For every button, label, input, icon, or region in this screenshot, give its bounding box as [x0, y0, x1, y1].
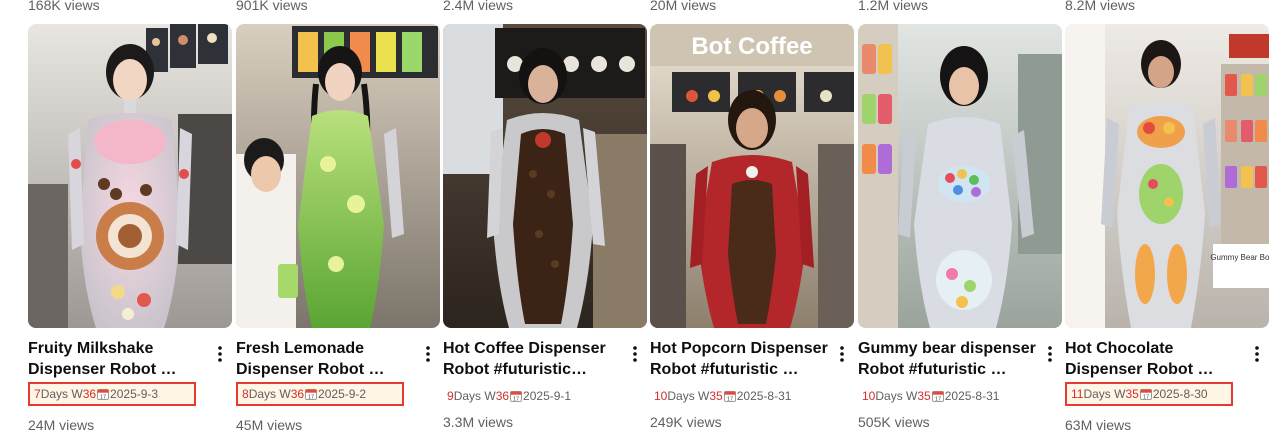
days-label: Days W	[875, 389, 918, 403]
svg-text:17: 17	[513, 396, 519, 402]
view-count: 3.3M views	[443, 414, 514, 430]
more-vertical-icon[interactable]	[210, 342, 230, 366]
week-number: 35	[917, 389, 931, 403]
view-count: 20M views	[650, 0, 717, 13]
days-label: Days W	[1083, 387, 1126, 401]
calendar-icon: 17	[1139, 389, 1152, 400]
days-label: Days W	[40, 387, 83, 401]
calendar-icon: 17	[931, 391, 944, 402]
more-vertical-icon[interactable]	[418, 342, 438, 366]
view-count: 168K views	[28, 0, 100, 13]
video-thumbnail[interactable]: Gummy Bear Bot	[1065, 24, 1269, 328]
view-count: 505K views	[858, 414, 930, 430]
view-count: 8.2M views	[1065, 0, 1136, 13]
week-number: 35	[709, 389, 723, 403]
view-count: 249K views	[650, 414, 722, 430]
video-thumbnail[interactable]	[236, 24, 440, 328]
video-title[interactable]: Hot Coffee Dispenser Robot #futuristic #…	[443, 338, 621, 380]
upload-date: 2025-9-2	[318, 387, 367, 401]
thumb-sign-text: Bot Coffee	[691, 33, 812, 60]
video-card[interactable]: Bot Coffee Hot Popcorn Dispenser Robot #…	[650, 24, 854, 440]
video-card[interactable]: Gummy Bear Bot Hot Chocolate Dispenser R…	[1065, 24, 1269, 440]
video-title[interactable]: Fruity Milkshake Dispenser Robot …	[28, 338, 206, 380]
video-thumbnail[interactable]	[858, 24, 1062, 328]
week-number: 36	[82, 387, 97, 401]
upload-age-tag: 11 Days W 35 17 2025-8-30	[1065, 382, 1233, 406]
more-vertical-icon[interactable]	[625, 342, 645, 366]
video-title[interactable]: Fresh Lemonade Dispenser Robot …	[236, 338, 414, 380]
upload-age-tag: 10 Days W 35 17 2025-8-31	[650, 384, 791, 408]
upload-age-tag: 7 Days W 36 17 2025-9-3	[28, 382, 196, 406]
days-label: Days W	[248, 387, 291, 401]
svg-text:17: 17	[100, 394, 106, 400]
calendar-icon: 17	[723, 391, 736, 402]
video-thumbnail[interactable]	[28, 24, 232, 328]
view-count: 901K views	[236, 0, 308, 13]
previous-row-views: 168K views 901K views 2.4M views 20M vie…	[0, 0, 1280, 16]
view-count: 45M views	[236, 417, 303, 433]
svg-text:17: 17	[935, 396, 941, 402]
video-thumbnail[interactable]: Bot Coffee	[650, 24, 854, 328]
days-count: 8	[242, 387, 249, 401]
view-count: 1.2M views	[858, 0, 929, 13]
calendar-icon: 17	[510, 391, 523, 402]
upload-date: 2025-9-1	[523, 389, 572, 403]
view-count: 63M views	[1065, 417, 1132, 433]
video-card[interactable]: Hot Coffee Dispenser Robot #futuristic #…	[443, 24, 647, 440]
days-count: 10	[862, 389, 876, 403]
video-thumbnail[interactable]	[443, 24, 647, 328]
week-number: 36	[290, 387, 305, 401]
video-title[interactable]: Hot Chocolate Dispenser Robot …	[1065, 338, 1243, 380]
video-grid: Fruity Milkshake Dispenser Robot … 7 Days…	[28, 24, 1272, 440]
days-label: Days W	[453, 389, 496, 403]
more-vertical-icon[interactable]	[1040, 342, 1060, 366]
days-count: 7	[34, 387, 41, 401]
view-count: 2.4M views	[443, 0, 514, 13]
upload-date: 2025-9-3	[110, 387, 159, 401]
more-vertical-icon[interactable]	[1247, 342, 1267, 366]
view-count: 24M views	[28, 417, 95, 433]
days-count: 10	[654, 389, 668, 403]
days-count: 11	[1071, 387, 1084, 401]
upload-age-tag: 9 Days W 36 17 2025-9-1	[443, 384, 571, 408]
video-card[interactable]: Fruity Milkshake Dispenser Robot … 7 Days…	[28, 24, 232, 440]
video-card[interactable]: Fresh Lemonade Dispenser Robot … 8 Days W…	[236, 24, 440, 440]
video-title[interactable]: Gummy bear dispenser Robot #futuristic …	[858, 338, 1036, 380]
upload-date: 2025-8-30	[1152, 387, 1208, 401]
calendar-icon: 17	[97, 389, 110, 400]
video-card[interactable]: Gummy bear dispenser Robot #futuristic ……	[858, 24, 1062, 440]
video-title[interactable]: Hot Popcorn Dispenser Robot #futuristic …	[650, 338, 828, 380]
week-number: 36	[495, 389, 510, 403]
days-count: 9	[447, 389, 454, 403]
svg-text:17: 17	[1143, 394, 1149, 400]
svg-text:17: 17	[727, 396, 733, 402]
week-number: 35	[1125, 387, 1139, 401]
days-label: Days W	[667, 389, 710, 403]
upload-age-tag: 8 Days W 36 17 2025-9-2	[236, 382, 404, 406]
thumb-sign-text: Gummy Bear Bot	[1210, 253, 1269, 262]
more-vertical-icon[interactable]	[832, 342, 852, 366]
upload-date: 2025-8-31	[736, 389, 792, 403]
upload-date: 2025-8-31	[944, 389, 1000, 403]
svg-text:17: 17	[308, 394, 314, 400]
calendar-icon: 17	[305, 389, 318, 400]
upload-age-tag: 10 Days W 35 17 2025-8-31	[858, 384, 999, 408]
